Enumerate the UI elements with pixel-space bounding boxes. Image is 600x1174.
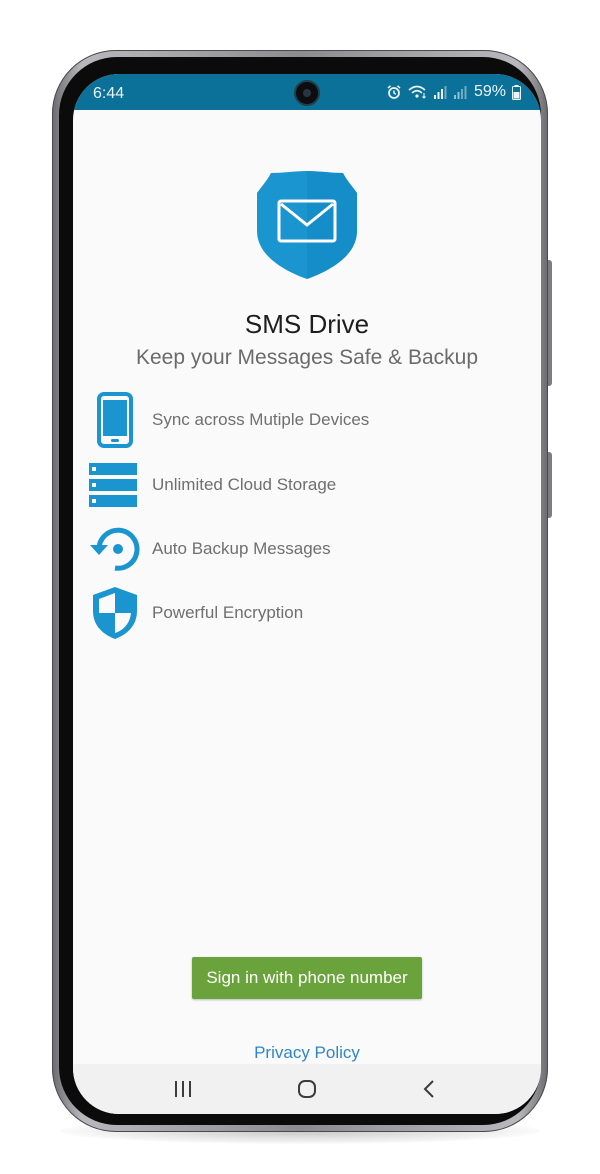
feature-item-sync: Sync across Mutiple Devices	[87, 392, 527, 448]
power-button	[548, 452, 552, 518]
phone-screen: 6:44 59% SMS Drive Keep your Messages Sa…	[73, 74, 541, 1114]
back-icon	[423, 1080, 434, 1098]
feature-label: Auto Backup Messages	[152, 539, 331, 558]
phone-frame: 6:44 59% SMS Drive Keep your Messages Sa…	[52, 50, 552, 1132]
server-icon	[89, 463, 137, 507]
home-icon	[298, 1080, 316, 1098]
feature-label: Powerful Encryption	[152, 603, 304, 622]
home-button[interactable]	[287, 1074, 327, 1104]
alarm-icon	[387, 85, 401, 99]
front-camera	[296, 82, 318, 104]
status-bar: 6:44 59%	[73, 74, 541, 110]
backup-restore-icon	[90, 527, 140, 571]
feature-label: Sync across Mutiple Devices	[152, 410, 370, 429]
recent-apps-icon	[175, 1081, 191, 1097]
back-button[interactable]	[409, 1074, 449, 1104]
app-subtitle: Keep your Messages Safe & Backup	[135, 346, 479, 369]
app-title: SMS Drive	[244, 309, 370, 339]
navigation-bar	[73, 1064, 541, 1114]
phone-bezel: 6:44 59% SMS Drive Keep your Messages Sa…	[59, 57, 541, 1125]
signin-phone-button[interactable]: Sign in with phone number	[192, 957, 422, 999]
recent-apps-button[interactable]	[163, 1074, 203, 1104]
shield-envelope-icon	[257, 171, 357, 279]
device-mockup: 6:44 59% SMS Drive Keep your Messages Sa…	[0, 0, 600, 1174]
volume-button	[548, 260, 552, 386]
feature-item-encryption: Powerful Encryption	[87, 585, 527, 641]
wifi-icon	[408, 85, 426, 99]
feature-label: Unlimited Cloud Storage	[152, 475, 337, 494]
signal-icon-2	[453, 86, 467, 99]
battery-icon	[512, 84, 521, 100]
signal-icon	[433, 86, 447, 99]
battery-percentage: 59%	[473, 83, 506, 100]
status-icons: 59%	[386, 83, 521, 101]
status-time: 6:44	[93, 85, 125, 102]
phone-icon	[97, 392, 133, 448]
shield-icon	[93, 587, 137, 639]
feature-item-backup: Auto Backup Messages	[87, 521, 527, 577]
feature-item-storage: Unlimited Cloud Storage	[87, 457, 527, 513]
privacy-policy-link[interactable]: Privacy Policy	[73, 1043, 541, 1063]
